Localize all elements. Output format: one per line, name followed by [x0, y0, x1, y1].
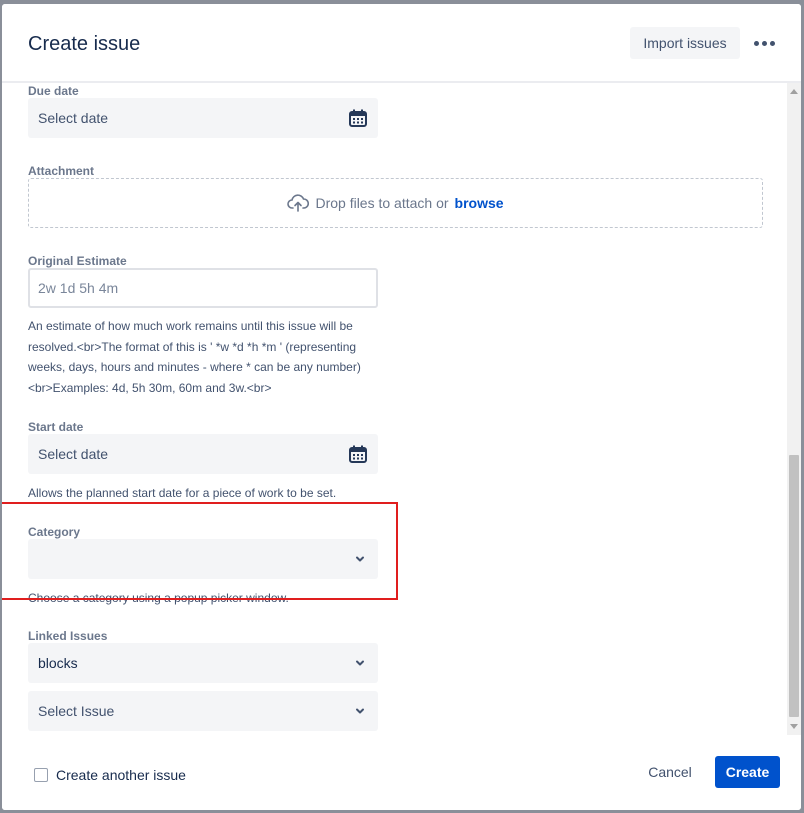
- create-button[interactable]: Create: [715, 756, 780, 788]
- scroll-up-arrow-icon[interactable]: [790, 89, 798, 94]
- category-highlight-box: [2, 502, 398, 600]
- start-date-picker[interactable]: Select date: [28, 434, 378, 474]
- start-date-label: Start date: [28, 420, 84, 434]
- due-date-picker[interactable]: Select date: [28, 98, 378, 138]
- start-date-placeholder: Select date: [38, 446, 109, 462]
- due-date-placeholder: Select date: [38, 110, 109, 126]
- import-issues-button[interactable]: Import issues: [630, 27, 740, 59]
- original-estimate-field[interactable]: [28, 268, 378, 308]
- more-options-button[interactable]: [746, 27, 782, 59]
- linked-issues-label: Linked Issues: [28, 629, 108, 643]
- create-another-checkbox[interactable]: [34, 768, 48, 782]
- link-type-select[interactable]: blocks: [28, 643, 378, 683]
- select-issue-field[interactable]: Select Issue: [28, 691, 378, 731]
- dialog-footer: Create another issue Cancel Create: [2, 735, 801, 810]
- due-date-label: Due date: [28, 84, 79, 98]
- browse-link[interactable]: browse: [455, 195, 504, 211]
- original-estimate-input[interactable]: [36, 279, 360, 297]
- dialog-title: Create issue: [28, 33, 141, 55]
- chevron-down-icon: [356, 660, 364, 666]
- calendar-icon[interactable]: [348, 108, 368, 128]
- attachment-drop-text: Drop files to attach or: [315, 195, 449, 211]
- create-another-label[interactable]: Create another issue: [56, 767, 186, 783]
- more-horizontal-icon: [753, 40, 759, 46]
- original-estimate-help: An estimate of how much work remains unt…: [28, 319, 361, 395]
- attachment-label: Attachment: [28, 164, 95, 178]
- cloud-upload-icon: [287, 194, 310, 212]
- scroll-down-arrow-icon[interactable]: [790, 724, 798, 729]
- link-type-value: blocks: [38, 655, 78, 671]
- dialog-body[interactable]: Due date Select date Attachment Drop fil…: [2, 83, 787, 735]
- select-issue-placeholder: Select Issue: [38, 703, 115, 719]
- cancel-button[interactable]: Cancel: [634, 756, 706, 788]
- vertical-scrollbar[interactable]: [787, 83, 801, 735]
- original-estimate-label: Original Estimate: [28, 254, 127, 268]
- chevron-down-icon: [356, 708, 364, 714]
- scrollbar-thumb[interactable]: [789, 455, 799, 717]
- create-issue-dialog: Create issue Import issues Due date Sele…: [2, 4, 801, 810]
- dialog-header: Create issue Import issues: [2, 4, 801, 83]
- attachment-dropzone[interactable]: Drop files to attach or browse: [28, 178, 763, 228]
- calendar-icon[interactable]: [348, 444, 368, 464]
- start-date-help: Allows the planned start date for a piec…: [28, 486, 337, 500]
